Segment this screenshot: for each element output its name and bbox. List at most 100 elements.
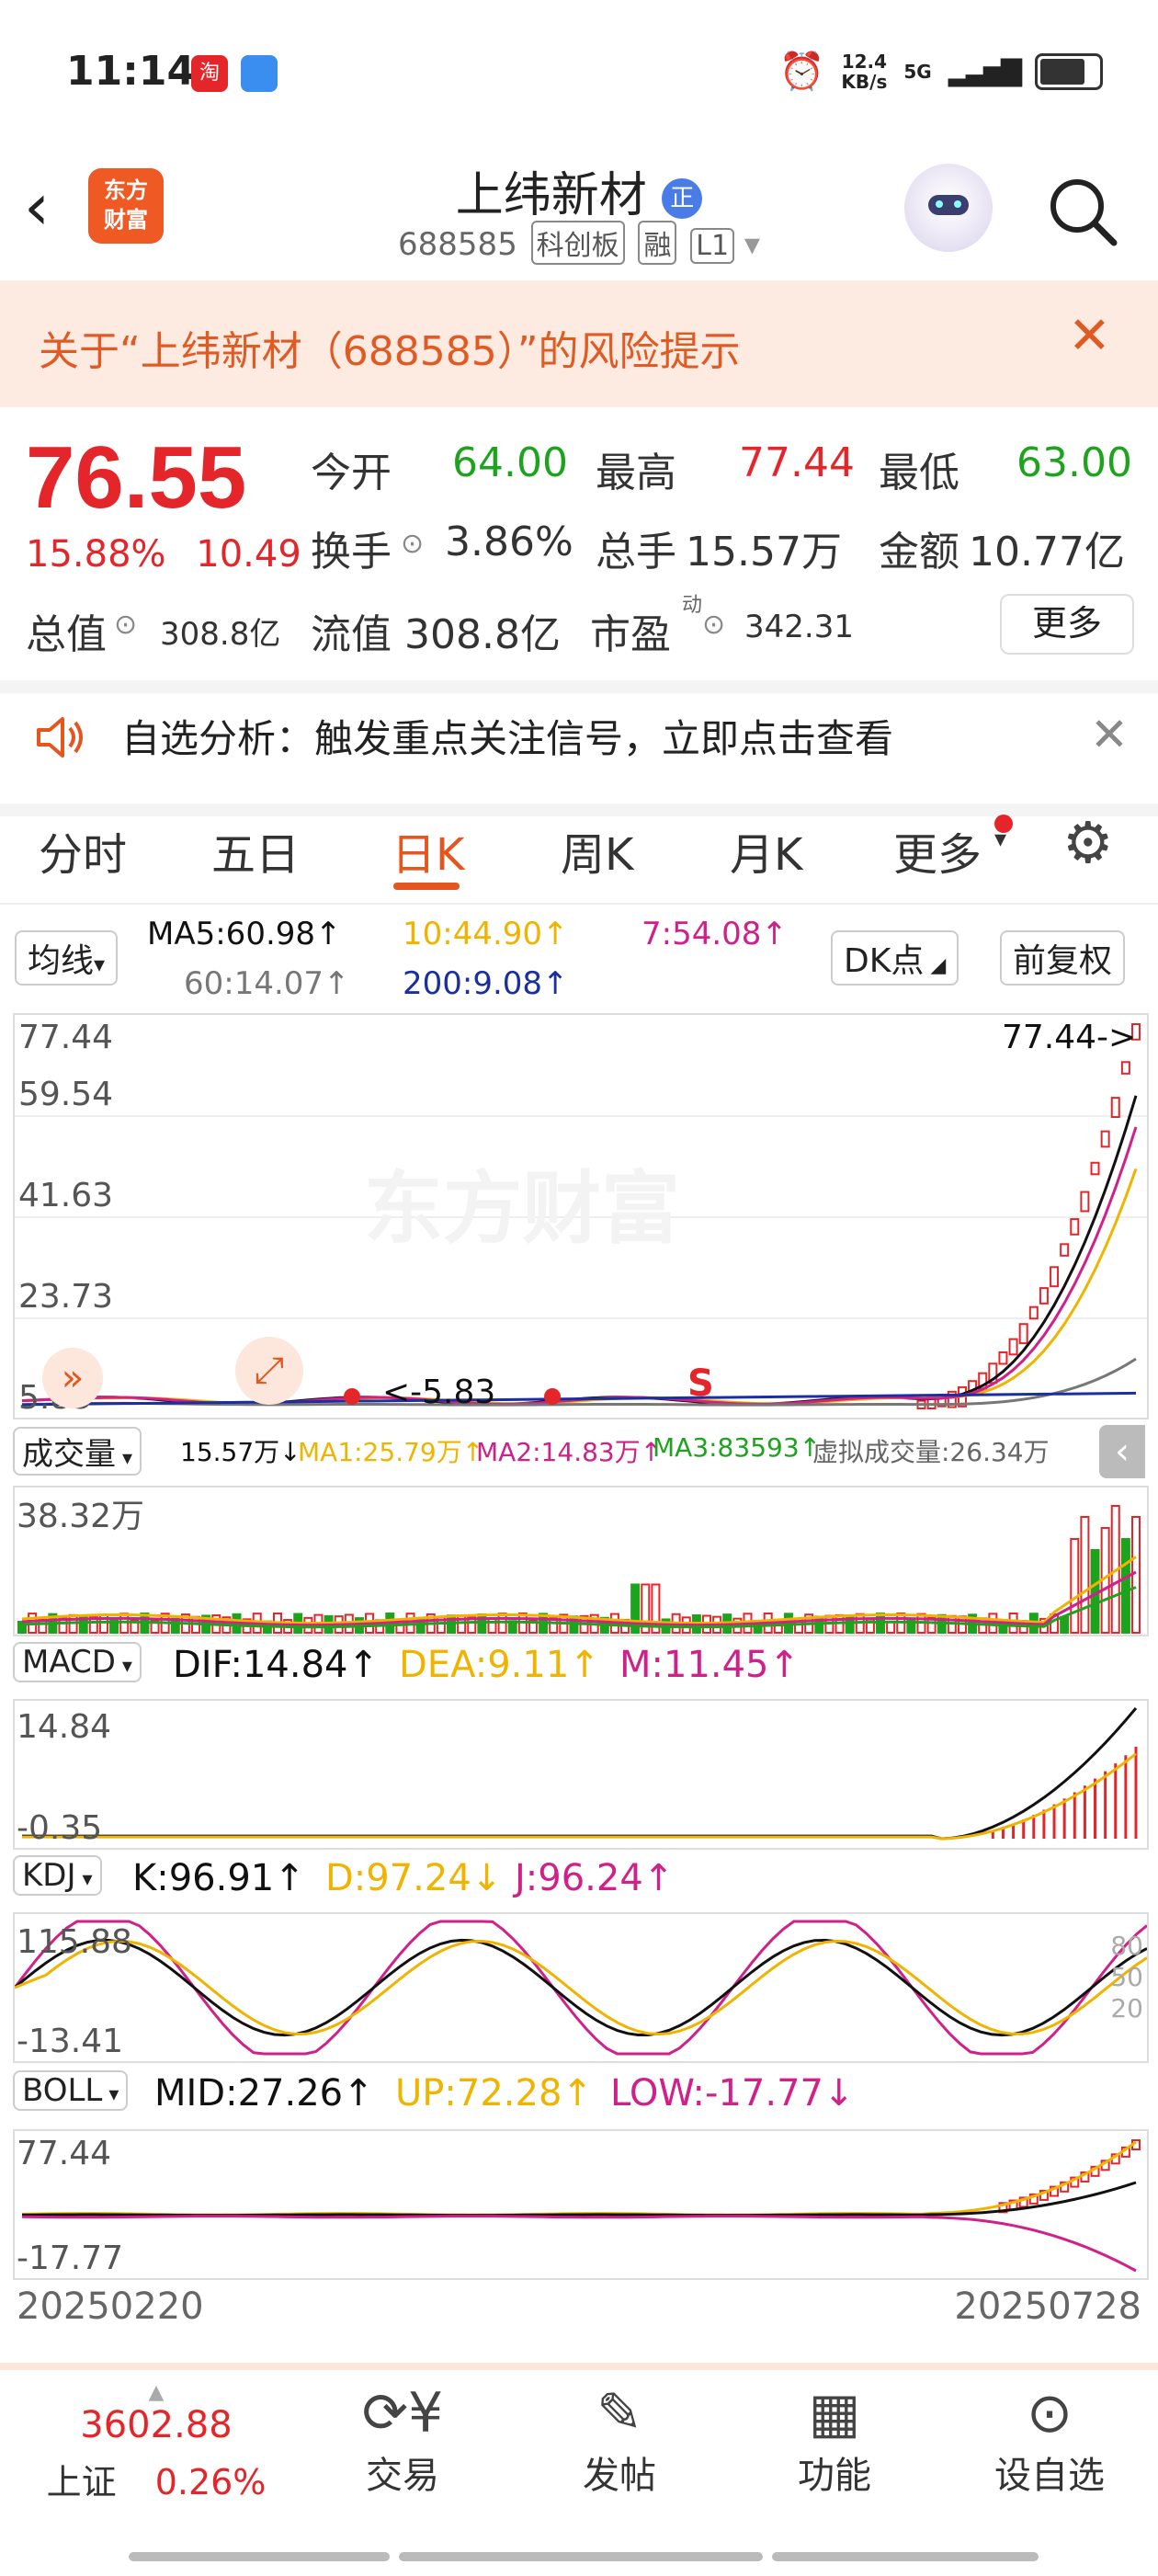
adjust-button[interactable]: 前复权	[1000, 930, 1126, 986]
ma-select[interactable]: 均线▾	[15, 930, 119, 986]
kdj-svg	[15, 1920, 1147, 2056]
tab-weekly-k[interactable]: 周K	[561, 818, 633, 883]
macd-svg	[22, 1707, 1138, 1841]
boll-y-min: -17.77	[17, 2240, 124, 2277]
signal-dot	[344, 1388, 360, 1405]
kline-candle	[1028, 1305, 1039, 1320]
virtual-volume: 虚拟成交量:26.34万	[812, 1437, 1050, 1467]
volume-bar	[109, 1617, 119, 1635]
dropdown-icon[interactable]: ▾	[744, 226, 760, 263]
index-change: 0.26%	[154, 2462, 267, 2502]
ma-select-label: 均线	[28, 942, 95, 980]
info-icon[interactable]: ⊙	[401, 528, 424, 560]
low-marker: <-5.83	[382, 1373, 496, 1411]
macd-m: M:11.45↑	[619, 1644, 800, 1686]
pe-dynamic-tag: 动	[682, 594, 703, 617]
kline-candle	[1070, 1218, 1080, 1236]
start-date: 20250220	[17, 2285, 204, 2328]
kdj-select[interactable]: KDJ ▾	[13, 1855, 102, 1896]
ma5-value: MA5:60.98↑	[147, 916, 342, 952]
alarm-icon: ⏰	[778, 51, 825, 93]
assistant-avatar[interactable]	[904, 164, 993, 252]
nav-add-watchlist[interactable]: ⊙ 设自选	[967, 2381, 1132, 2499]
pe-label: 市盈	[590, 611, 671, 658]
more-quote-button[interactable]: 更多	[1000, 594, 1134, 655]
end-date: 20250728	[954, 2285, 1141, 2328]
gear-icon[interactable]: ⚙	[1062, 815, 1114, 872]
volume-svg	[17, 1505, 1141, 1635]
kline-candle	[1110, 1097, 1120, 1119]
net-unit: KB/s	[841, 70, 888, 93]
boll-low: LOW:-17.77↓	[610, 2072, 855, 2114]
edit-icon: ✎	[596, 2381, 643, 2445]
volume-bar	[1070, 1538, 1080, 1634]
close-icon[interactable]: ✕	[1090, 708, 1129, 761]
notification-dot	[994, 815, 1013, 833]
fullscreen-icon[interactable]: ⤢	[235, 1337, 303, 1405]
open-label: 今开	[311, 450, 392, 496]
kline-candle	[1008, 1338, 1018, 1356]
kline-candle	[1080, 1191, 1090, 1213]
stock-code: 688585	[398, 226, 517, 263]
expand-left-icon[interactable]: »	[42, 1348, 103, 1408]
kline-candle	[1018, 1323, 1028, 1345]
signal-label: 5G	[903, 60, 932, 83]
high-marker: 77.44->	[1002, 1019, 1137, 1056]
watermark: 东方财富	[364, 1163, 680, 1255]
nav-post[interactable]: ✎ 发帖	[537, 2381, 702, 2499]
market-tag: 科创板	[530, 221, 625, 265]
macd-select[interactable]: MACD ▾	[13, 1642, 142, 1682]
open-value: 64.00	[452, 439, 568, 486]
amount-value: 10.77亿	[969, 529, 1125, 576]
change-percent: 15.88%	[26, 533, 166, 576]
kdj-d: D:97.24↓	[325, 1857, 503, 1899]
nav-functions[interactable]: ▦ 功能	[752, 2381, 917, 2499]
boll-select[interactable]: BOLL ▾	[13, 2070, 129, 2111]
kdj-y-min: -13.41	[17, 2023, 124, 2060]
stock-name: 上纬新材	[455, 168, 647, 223]
info-icon[interactable]: ⊙	[702, 609, 725, 641]
kline-svg: 东方财富	[15, 1023, 1147, 1410]
tab-daily-k[interactable]: 日K	[392, 818, 464, 883]
boll-up: UP:72.28↑	[395, 2072, 593, 2114]
collapse-panel-icon[interactable]: ‹	[1099, 1425, 1145, 1478]
info-icon[interactable]: ⊙	[114, 609, 137, 641]
high-value: 77.44	[739, 439, 855, 486]
low-label: 最低	[879, 450, 959, 496]
kline-candle	[1039, 1287, 1049, 1305]
macd-dea: DEA:9.11↑	[399, 1644, 600, 1686]
y-label: 77.44	[18, 1019, 114, 1056]
signal-dot	[544, 1388, 561, 1405]
boll-chart: 77.44 -17.77	[13, 2129, 1149, 2280]
kline-candle	[1100, 1130, 1110, 1148]
taobao-app-icon: 淘	[191, 55, 228, 92]
tab-five-day[interactable]: 五日	[211, 818, 300, 883]
nav-divider	[0, 2363, 1158, 2370]
nav-trade[interactable]: ⟳¥ 交易	[320, 2381, 485, 2499]
search-icon[interactable]	[1046, 175, 1119, 248]
tab-intraday[interactable]: 分时	[39, 818, 127, 883]
margin-tag: 融	[638, 221, 677, 265]
speaker-icon	[37, 717, 83, 758]
turnover-value: 3.86%	[445, 519, 573, 565]
float-label: 流值	[311, 611, 392, 658]
change-amount: 10.49	[196, 533, 301, 576]
volume-select[interactable]: 成交量 ▾	[13, 1427, 142, 1476]
index-value: 3602.88	[80, 2404, 233, 2446]
y-label: 59.54	[18, 1076, 114, 1113]
analysis-text[interactable]: 自选分析：触发重点关注信号，立即点击查看	[121, 708, 893, 764]
index-name: 上证	[46, 2462, 117, 2502]
risk-banner-text[interactable]: 关于“上纬新材（688585）”的风险提示	[39, 318, 741, 377]
close-icon[interactable]: ✕	[1068, 311, 1111, 362]
kdj-level-50: 50	[1110, 1962, 1143, 1992]
ma7-value: 7:54.08↑	[641, 916, 788, 952]
macd-chart: 14.84 -0.35	[13, 1699, 1149, 1850]
status-indicators: ⏰ 12.4 KB/s 5G ▂▃▅▇	[779, 50, 1103, 93]
tab-monthly-k[interactable]: 月K	[730, 818, 802, 883]
mktcap-label: 总值	[26, 611, 107, 658]
index-widget[interactable]: ▲ 3602.88 上证 0.26%	[37, 2381, 276, 2504]
kline-chart[interactable]: 东方财富 77.44 59.54 41.63 23.73 5.83 77.44-…	[13, 1013, 1149, 1419]
volume-select-label: 成交量	[22, 1436, 116, 1473]
dk-point-button[interactable]: DK点 ◢	[831, 930, 959, 986]
tab-more[interactable]: 更多	[893, 818, 982, 883]
